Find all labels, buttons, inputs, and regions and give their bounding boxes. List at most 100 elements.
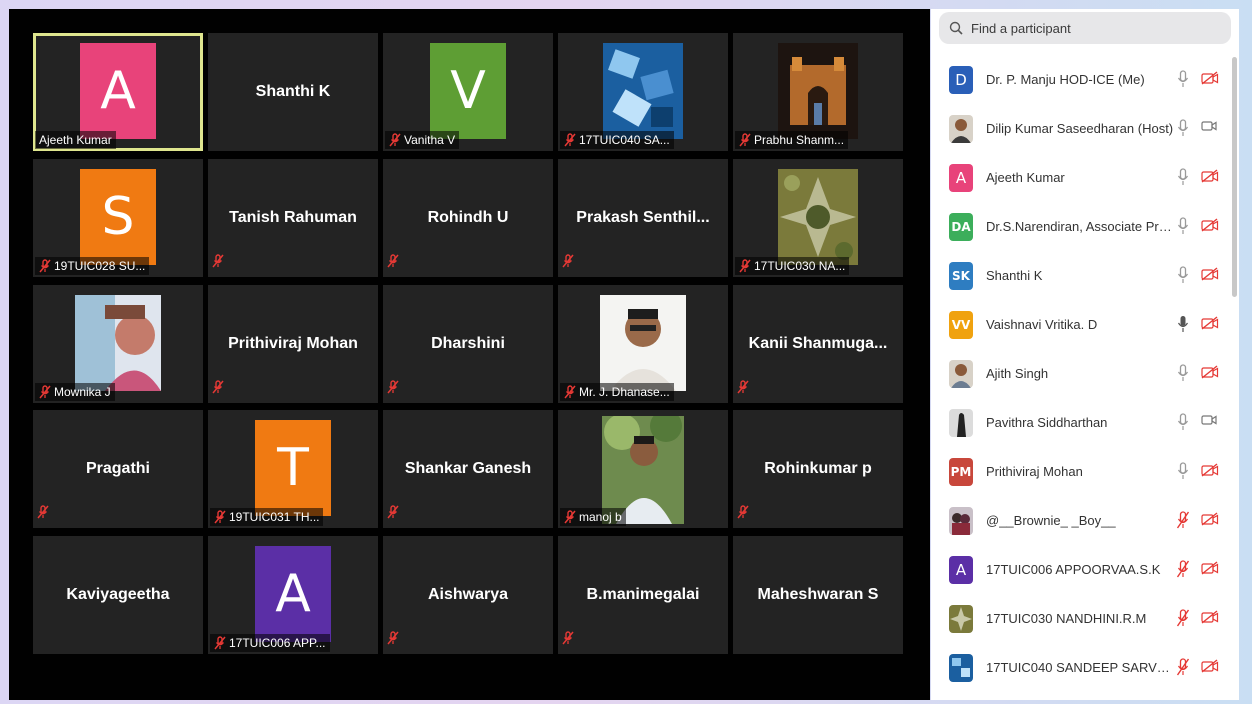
microphone-icon[interactable] <box>1177 266 1189 284</box>
search-input[interactable] <box>969 19 1213 37</box>
video-tile[interactable]: Rohindh U <box>383 159 553 277</box>
name-label: 17TUIC040 SA... <box>560 131 674 149</box>
participant-search[interactable] <box>939 12 1231 44</box>
participant-avatar <box>949 653 973 682</box>
video-off-icon[interactable] <box>1201 561 1219 575</box>
video-off-icon[interactable] <box>1201 512 1219 526</box>
video-tile[interactable]: Dharshini <box>383 285 553 403</box>
video-tile[interactable]: Tanish Rahuman <box>208 159 378 277</box>
video-tile[interactable]: Kaviyageetha <box>33 536 203 654</box>
participant-name: Prithiviraj Mohan <box>986 464 1083 479</box>
participant-row[interactable]: Dilip Kumar Saseedharan (Host) <box>931 104 1231 153</box>
name-label-text: Mr. J. Dhanase... <box>579 385 670 399</box>
video-off-icon[interactable] <box>1201 316 1219 330</box>
participant-row[interactable]: Pavithra Siddharthan <box>931 398 1231 447</box>
microphone-muted-icon <box>739 259 751 273</box>
video-off-icon[interactable] <box>1201 365 1219 379</box>
participant-row[interactable]: @__Brownie_ _Boy__ <box>931 496 1231 545</box>
video-tile[interactable]: Prakash Senthil... <box>558 159 728 277</box>
mute-indicator <box>737 505 749 524</box>
participant-name: Pavithra Siddharthan <box>986 415 1108 430</box>
video-tile[interactable]: A 17TUIC006 APP... <box>208 536 378 654</box>
participant-name: Prithiviraj Mohan <box>228 335 358 352</box>
video-tile[interactable]: B.manimegalai <box>558 536 728 654</box>
participant-row[interactable]: 17TUIC030 NANDHINI.R.M <box>931 594 1231 643</box>
video-tile[interactable]: Aishwarya <box>383 536 553 654</box>
name-label-text: 19TUIC031 TH... <box>229 510 320 524</box>
video-tile[interactable]: Prabhu Shanm... <box>733 33 903 151</box>
video-off-icon[interactable] <box>1201 659 1219 673</box>
video-tile[interactable]: Pragathi <box>33 410 203 528</box>
video-tile[interactable]: Shankar Ganesh <box>383 410 553 528</box>
video-tile[interactable]: Prithiviraj Mohan <box>208 285 378 403</box>
name-label-text: Vanitha V <box>404 133 456 147</box>
participant-avatar: SK <box>949 261 973 290</box>
scrollbar[interactable] <box>1232 57 1237 297</box>
microphone-muted-icon[interactable] <box>1177 511 1189 529</box>
microphone-muted-icon[interactable] <box>1177 609 1189 627</box>
video-off-icon[interactable] <box>1201 169 1219 183</box>
microphone-icon[interactable] <box>1177 217 1189 235</box>
participant-name: Shanthi K <box>986 268 1043 283</box>
video-camera-icon[interactable] <box>1201 414 1217 426</box>
microphone-muted-icon[interactable] <box>1177 560 1189 578</box>
microphone-muted-icon <box>739 133 751 147</box>
video-off-icon[interactable] <box>1201 267 1219 281</box>
video-off-icon[interactable] <box>1201 218 1219 232</box>
microphone-muted-icon <box>562 254 574 268</box>
video-tile[interactable]: Kanii Shanmuga... <box>733 285 903 403</box>
microphone-icon[interactable] <box>1177 462 1189 480</box>
name-label: Ajeeth Kumar <box>35 131 116 149</box>
video-camera-icon[interactable] <box>1201 120 1217 132</box>
microphone-muted-icon <box>564 133 576 147</box>
microphone-muted-icon <box>387 254 399 268</box>
video-off-icon[interactable] <box>1201 71 1219 85</box>
microphone-muted-icon <box>387 380 399 394</box>
video-tile[interactable]: A Ajeeth Kumar <box>33 33 203 151</box>
video-tile[interactable]: Maheshwaran S <box>733 536 903 654</box>
participant-row[interactable]: A Ajeeth Kumar <box>931 153 1231 202</box>
microphone-icon[interactable] <box>1177 119 1189 137</box>
participant-row[interactable]: VV Vaishnavi Vritika. D <box>931 300 1231 349</box>
video-tile[interactable]: Mr. J. Dhanase... <box>558 285 728 403</box>
participant-row[interactable]: D Dr. P. Manju HOD-ICE (Me) <box>931 55 1231 104</box>
name-label-text: 17TUIC006 APP... <box>229 636 326 650</box>
participant-name: Shanthi K <box>255 83 331 100</box>
participant-row[interactable]: Ajith Singh <box>931 349 1231 398</box>
participant-row[interactable]: PM Prithiviraj Mohan <box>931 447 1231 496</box>
video-off-icon[interactable] <box>1201 610 1219 624</box>
video-off-icon[interactable] <box>1201 463 1219 477</box>
video-tile[interactable]: S 19TUIC028 SU... <box>33 159 203 277</box>
video-tile[interactable]: 17TUIC040 SA... <box>558 33 728 151</box>
microphone-icon[interactable] <box>1177 413 1189 431</box>
participants-panel: D Dr. P. Manju HOD-ICE (Me) Dilip Kumar Sa… <box>931 9 1239 700</box>
video-tile[interactable]: T 19TUIC031 TH... <box>208 410 378 528</box>
microphone-muted-icon <box>562 631 574 645</box>
participant-name: Rohinkumar p <box>764 460 872 477</box>
microphone-icon[interactable] <box>1177 315 1189 333</box>
video-tile[interactable]: Mownika J <box>33 285 203 403</box>
participant-row[interactable]: SK Shanthi K <box>931 251 1231 300</box>
participant-row[interactable]: 17TUIC040 SANDEEP SARVESH S <box>931 643 1231 692</box>
video-tile[interactable]: V Vanitha V <box>383 33 553 151</box>
participant-avatar <box>949 604 973 633</box>
microphone-icon[interactable] <box>1177 70 1189 88</box>
participant-name: Shankar Ganesh <box>404 460 532 477</box>
microphone-muted-icon[interactable] <box>1177 658 1189 676</box>
participant-name: Prakash Senthil... <box>576 209 710 226</box>
participant-row[interactable]: A 17TUIC006 APPOORVAA.S.K <box>931 545 1231 594</box>
microphone-icon[interactable] <box>1177 364 1189 382</box>
microphone-icon[interactable] <box>1177 168 1189 186</box>
video-tile[interactable]: manoj b <box>558 410 728 528</box>
mute-indicator <box>737 380 749 399</box>
participant-avatar <box>949 359 973 388</box>
name-label: 17TUIC030 NA... <box>735 257 850 275</box>
participant-row[interactable]: DA Dr.S.Narendiran, Associate Prof... <box>931 202 1231 251</box>
video-tile[interactable]: 17TUIC030 NA... <box>733 159 903 277</box>
name-label: 17TUIC006 APP... <box>210 634 330 652</box>
participant-avatar <box>949 408 973 437</box>
video-tile[interactable]: Shanthi K <box>208 33 378 151</box>
mute-indicator <box>562 631 574 650</box>
participant-name: 17TUIC006 APPOORVAA.S.K <box>986 562 1161 577</box>
video-tile[interactable]: Rohinkumar p <box>733 410 903 528</box>
